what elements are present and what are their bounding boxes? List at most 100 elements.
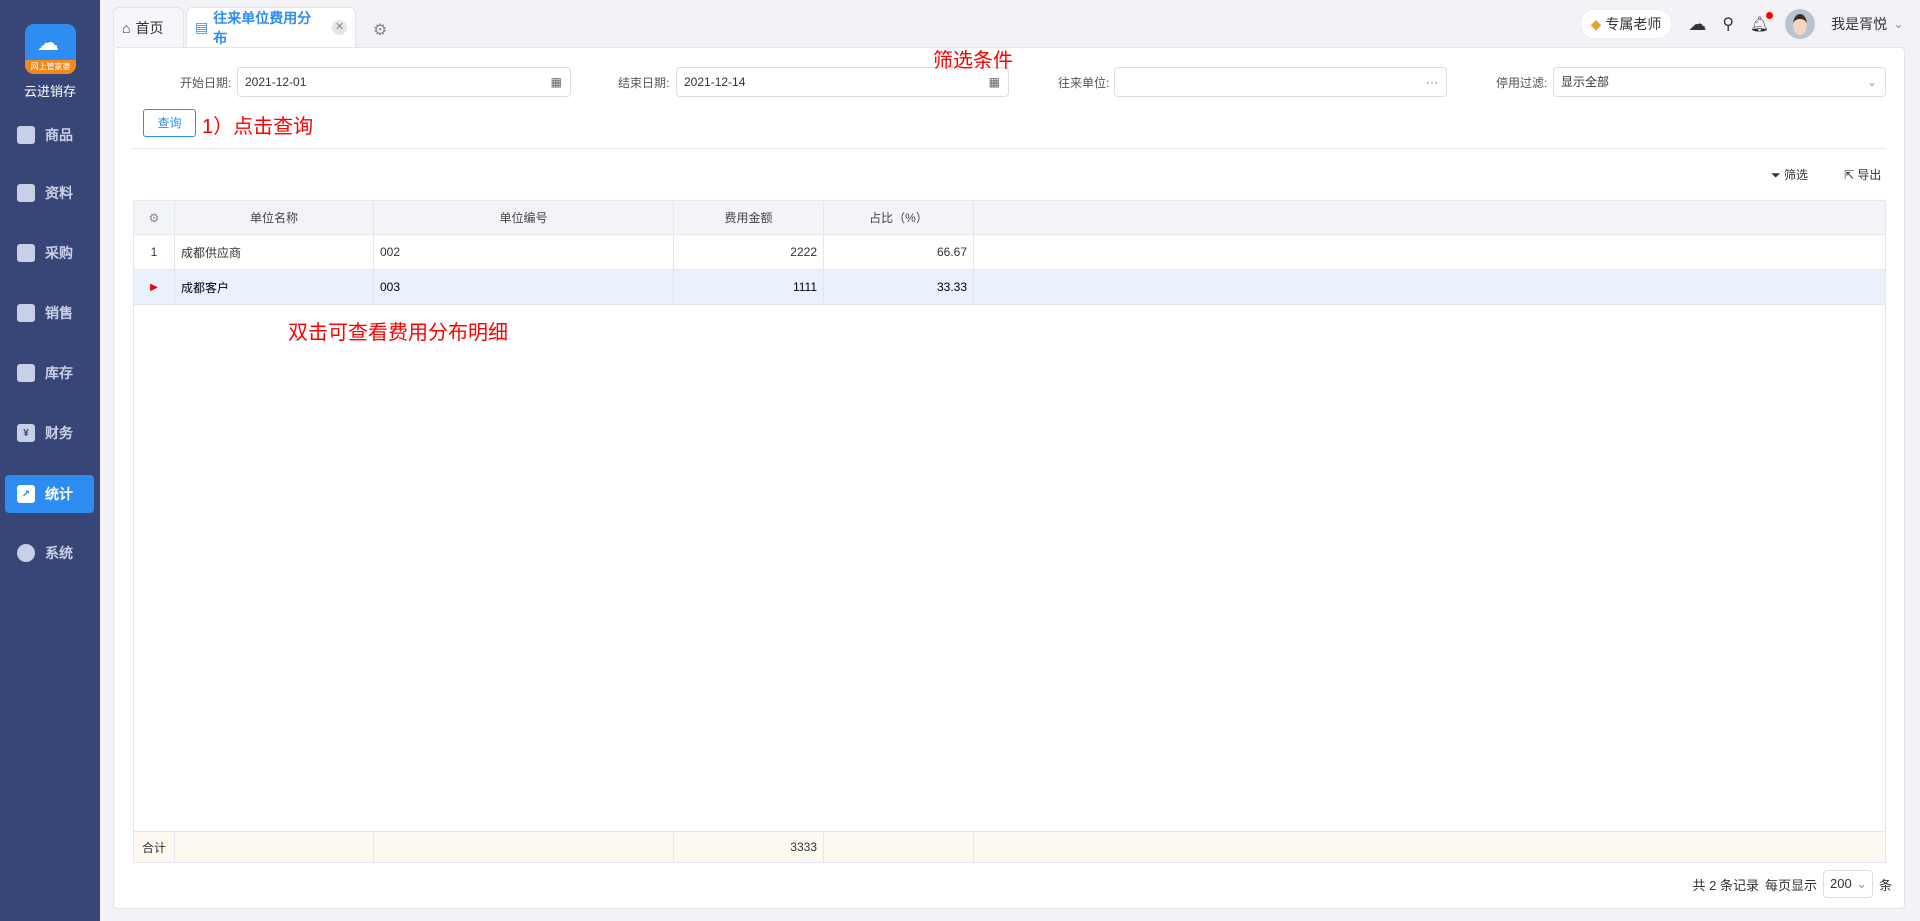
end-date-label: 结束日期:: [618, 76, 670, 90]
tab-label: 往来单位费用分布: [213, 9, 312, 46]
search-icon[interactable]: ⚲: [1722, 14, 1734, 34]
unit-name-cell[interactable]: 成都供应商: [174, 234, 374, 270]
chevron-down-icon[interactable]: ⌄: [1893, 16, 1904, 32]
start-date-input[interactable]: 2021-12-01 ▦: [237, 67, 571, 97]
disable-filter-label: 停用过滤:: [1496, 76, 1548, 90]
close-icon[interactable]: ✕: [332, 20, 347, 35]
teacher-button[interactable]: ◆ 专属老师: [1579, 9, 1673, 39]
unit-name-cell[interactable]: 成都客户: [174, 269, 374, 305]
home-icon: ⌂: [122, 19, 131, 36]
sidebar-item-label: 系统: [45, 545, 73, 561]
disable-filter-value: 显示全部: [1561, 75, 1610, 89]
data-table: ⚙ 单位名称 单位编号 费用金额 占比（%） 1 成都供应商 002 2222 …: [133, 200, 1886, 863]
end-date-value: 2021-12-14: [684, 75, 746, 89]
header-actions: ◆ 专属老师 ☁ ⚲ 🔔︎ 我是胥悦 ⌄: [1579, 9, 1920, 39]
unit-code-cell[interactable]: 003: [373, 269, 674, 305]
column-header-empty: [973, 200, 1886, 235]
total-label: 合计: [133, 831, 175, 863]
column-header[interactable]: 单位名称: [174, 200, 374, 235]
footer-cell: [823, 831, 974, 863]
ratio-cell[interactable]: 33.33: [823, 269, 974, 305]
app-logo: ☁ 网上管家婆: [25, 24, 76, 74]
table-row[interactable]: 1 成都供应商 002 2222 66.67: [133, 234, 1886, 270]
report-icon: ▤: [195, 19, 209, 35]
sidebar-item-system[interactable]: 系统: [5, 534, 94, 572]
cloud-download-icon[interactable]: ☁: [1688, 14, 1706, 35]
logo-text: 网上管家婆: [25, 60, 76, 74]
bell-icon[interactable]: 🔔︎: [1750, 12, 1774, 33]
empty-cell: [973, 234, 1886, 270]
export-icon: ⇱: [1844, 168, 1855, 182]
dblclick-annotation: 双击可查看费用分布明细: [288, 322, 508, 344]
total-amount: 3333: [673, 831, 824, 863]
filter-button[interactable]: ⏷ 筛选: [1771, 166, 1808, 183]
column-header[interactable]: 占比（%）: [823, 200, 974, 235]
row-pointer-icon: ▶: [133, 269, 175, 305]
empty-cell: [973, 269, 1886, 305]
unit-label: 往来单位:: [1058, 76, 1110, 90]
unit-input[interactable]: ···: [1114, 67, 1447, 97]
column-settings-icon[interactable]: ⚙: [133, 200, 175, 235]
sidebar-item-label: 销售: [45, 305, 73, 321]
amount-cell[interactable]: 2222: [673, 234, 824, 270]
tab-home[interactable]: ⌂ 首页: [113, 7, 184, 47]
sidebar-item-data[interactable]: 资料: [5, 174, 94, 212]
unit-code-cell[interactable]: 002: [373, 234, 674, 270]
row-index: 1: [133, 234, 175, 270]
sidebar-item-label: 库存: [45, 365, 73, 381]
sidebar: ☁ 网上管家婆 云进销存 商品 资料 采购 销售 库存 ¥ 财务 ↗ 统计 系统: [0, 0, 100, 921]
per-page-label: 每页显示: [1764, 877, 1817, 893]
sidebar-item-statistics[interactable]: ↗ 统计: [5, 475, 94, 513]
per-page-unit: 条: [1878, 877, 1892, 893]
hexagon-icon: [17, 544, 35, 562]
table-footer: 合计 3333: [133, 831, 1886, 863]
sidebar-item-inventory[interactable]: 库存: [5, 354, 94, 392]
sidebar-item-label: 资料: [45, 185, 73, 201]
sidebar-item-purchase[interactable]: 采购: [5, 234, 94, 272]
yuan-icon: ¥: [17, 424, 35, 442]
table-header: ⚙ 单位名称 单位编号 费用金额 占比（%）: [133, 200, 1886, 235]
start-date-value: 2021-12-01: [245, 75, 307, 89]
page-size-select[interactable]: 200 ⌄: [1822, 870, 1873, 898]
export-button[interactable]: ⇱ 导出: [1844, 166, 1881, 183]
column-header[interactable]: 单位编号: [373, 200, 674, 235]
tab-fee-distribution[interactable]: ▤ 往来单位费用分布 ✕: [186, 7, 356, 47]
warehouse-icon: [17, 364, 35, 382]
footer-cell: [174, 831, 374, 863]
sidebar-item-finance[interactable]: ¥ 财务: [5, 414, 94, 452]
sidebar-item-sales[interactable]: 销售: [5, 294, 94, 332]
start-date-label: 开始日期:: [180, 76, 232, 90]
export-label: 导出: [1857, 168, 1882, 182]
page-size-value: 200: [1829, 876, 1852, 891]
avatar[interactable]: [1785, 9, 1816, 39]
query-button[interactable]: 查询: [143, 109, 196, 137]
footer-cell: [373, 831, 674, 863]
amount-cell[interactable]: 1111: [673, 269, 824, 305]
footer-cell: [973, 831, 1886, 863]
sidebar-item-goods[interactable]: 商品: [5, 116, 94, 154]
query-annotation: 1）点击查询: [202, 116, 314, 138]
notification-dot: [1766, 12, 1774, 19]
filter-annotation: 筛选条件: [933, 50, 1013, 72]
gear-icon[interactable]: ⚙: [373, 20, 387, 40]
sidebar-item-label: 采购: [45, 245, 73, 261]
diamond-icon: ◆: [1590, 16, 1602, 32]
filter-label: 筛选: [1783, 168, 1808, 182]
column-header[interactable]: 费用金额: [673, 200, 824, 235]
user-name[interactable]: 我是胥悦: [1831, 14, 1887, 34]
teacher-label: 专属老师: [1605, 16, 1662, 32]
divider: [132, 148, 1886, 149]
document-icon: [17, 184, 35, 202]
sidebar-item-label: 统计: [45, 486, 73, 502]
chevron-down-icon: ⌄: [1866, 75, 1877, 89]
chevron-down-icon: ⌄: [1856, 876, 1867, 891]
ratio-cell[interactable]: 66.67: [823, 234, 974, 270]
total-records: 共 2 条记录: [1692, 877, 1759, 893]
table-row[interactable]: ▶ 成都客户 003 1111 33.33: [133, 269, 1886, 305]
calendar-icon[interactable]: ▦: [551, 68, 562, 96]
disable-filter-select[interactable]: 显示全部 ⌄: [1553, 67, 1886, 97]
tab-label: 首页: [135, 19, 164, 36]
bag-icon: [17, 126, 35, 144]
more-icon[interactable]: ···: [1426, 68, 1438, 96]
empty-area: [133, 304, 1886, 832]
